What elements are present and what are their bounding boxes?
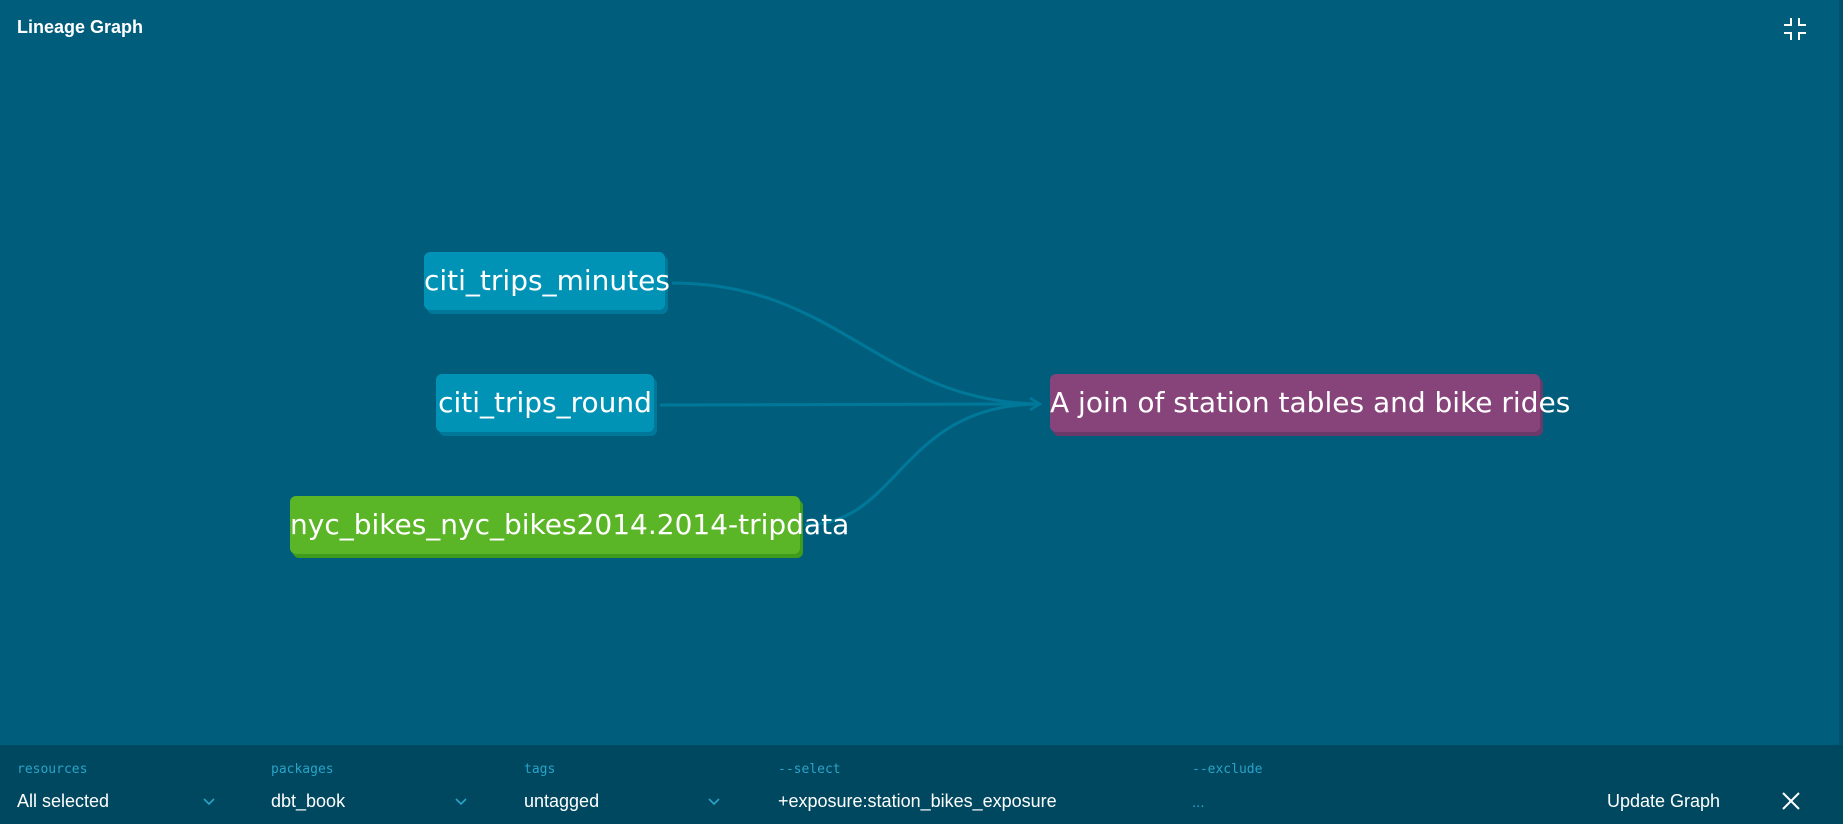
exclude-input[interactable]: ...	[1192, 794, 1205, 811]
scrollbar[interactable]	[1839, 0, 1843, 745]
packages-value[interactable]: dbt_book	[271, 791, 345, 812]
update-graph-button[interactable]: Update Graph	[1607, 791, 1720, 812]
graph-node-station-bikes-exposure[interactable]: A join of station tables and bike rides	[1050, 374, 1570, 432]
filter-toolbar: resources All selected packages dbt_book…	[0, 745, 1843, 824]
resources-value[interactable]: All selected	[17, 791, 109, 812]
graph-canvas[interactable]: citi_trips_minutes citi_trips_round nyc_…	[0, 0, 1843, 745]
graph-edges	[659, 281, 1843, 527]
packages-label: packages	[271, 762, 334, 777]
graph-node-nyc-bikes-tripdata[interactable]: nyc_bikes_nyc_bikes2014.2014-tripdata	[290, 496, 849, 554]
graph-node-citi-trips-minutes[interactable]: citi_trips_minutes	[424, 252, 670, 310]
tags-label: tags	[524, 762, 556, 777]
edge-minutes-to-exposure	[671, 281, 1041, 406]
close-icon	[1782, 792, 1800, 810]
chevron-down-icon[interactable]	[453, 793, 469, 809]
close-button[interactable]	[1780, 790, 1802, 812]
edge-tripdata-to-exposure	[804, 404, 1040, 527]
edge-round-to-exposure	[659, 402, 1041, 407]
chevron-down-icon[interactable]	[201, 793, 217, 809]
graph-node-citi-trips-round[interactable]: citi_trips_round	[436, 374, 654, 432]
select-label: --select	[778, 762, 841, 777]
exclude-label: --exclude	[1192, 762, 1263, 777]
select-input[interactable]: +exposure:station_bikes_exposure	[778, 791, 1057, 812]
resources-label: resources	[17, 762, 88, 777]
tags-value[interactable]: untagged	[524, 791, 599, 812]
chevron-down-icon[interactable]	[706, 793, 722, 809]
lineage-graph-panel: Lineage Graph citi_trips_minutes citi_tr…	[0, 0, 1843, 824]
